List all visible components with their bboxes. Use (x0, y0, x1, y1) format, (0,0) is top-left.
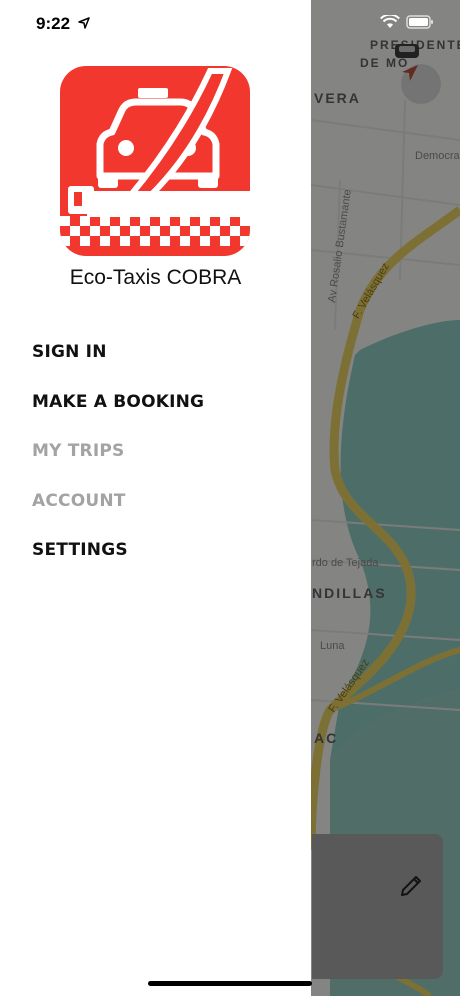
location-arrow-icon (78, 16, 90, 34)
menu-item-sign-in[interactable]: SIGN IN (32, 342, 107, 362)
menu-item-account[interactable]: ACCOUNT (32, 491, 126, 511)
status-bar-right (380, 13, 434, 34)
menu-item-my-trips[interactable]: MY TRIPS (32, 441, 124, 461)
app-logo (60, 66, 250, 256)
wifi-icon (380, 13, 400, 34)
brand-name: Eco-Taxis COBRA (69, 266, 242, 289)
home-indicator[interactable] (148, 981, 312, 986)
menu-item-settings[interactable]: SETTINGS (32, 540, 128, 560)
status-time: 9:22 (36, 14, 71, 33)
menu-item-make-a-booking[interactable]: MAKE A BOOKING (32, 392, 204, 412)
battery-icon (406, 14, 434, 34)
side-drawer: 9:22 Eco-Taxis COBRA SIGN IN MAKE A BOOK… (0, 0, 311, 996)
